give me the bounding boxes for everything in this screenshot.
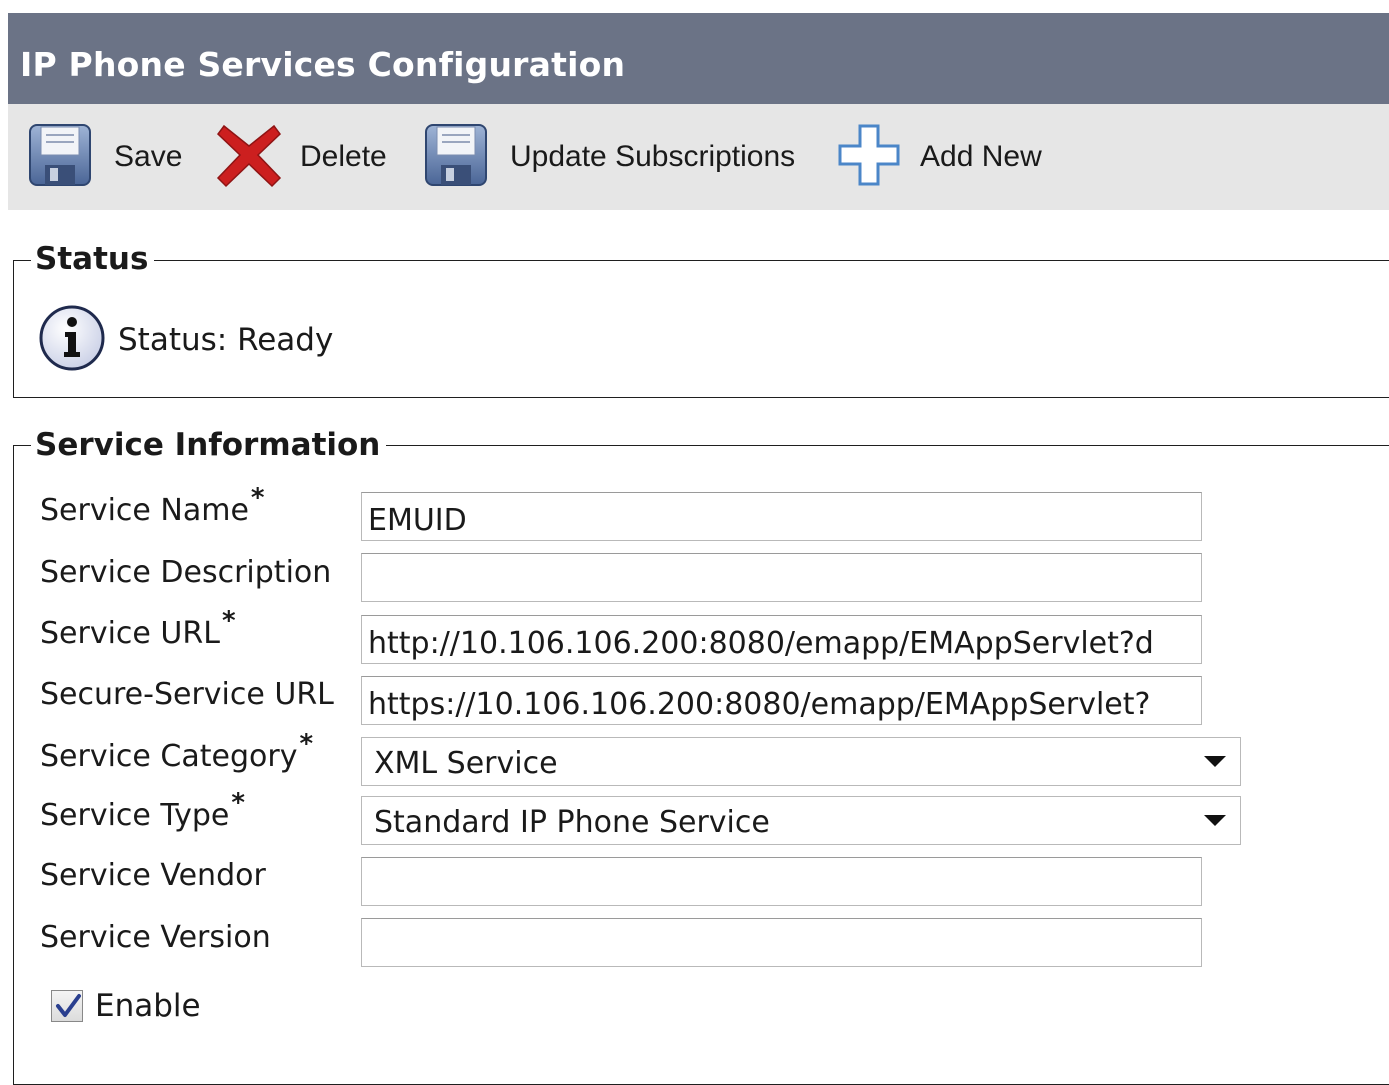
required-marker: * [221, 606, 236, 636]
chevron-down-icon [1204, 815, 1226, 826]
service-version-input[interactable] [361, 918, 1202, 967]
chevron-down-icon [1204, 756, 1226, 767]
status-text: Status: Ready [118, 322, 334, 358]
save-icon [424, 123, 488, 191]
save-icon [28, 123, 92, 191]
required-marker: * [299, 729, 314, 759]
service-version-label: Service Version [40, 920, 271, 955]
enable-label: Enable [95, 988, 201, 1024]
secure-service-url-label: Secure-Service URL [40, 677, 334, 712]
add-new-label: Add New [920, 140, 1042, 173]
delete-button[interactable]: Delete [216, 104, 387, 210]
required-marker: * [231, 788, 245, 818]
service-url-input[interactable]: http://10.106.106.200:8080/emapp/EMAppSe… [361, 615, 1202, 664]
service-name-label-text: Service Name [40, 493, 249, 528]
service-type-label-text: Service Type [40, 798, 230, 833]
service-description-input[interactable] [361, 553, 1202, 602]
service-category-label: Service Category* [40, 729, 313, 774]
save-button[interactable]: Save [28, 104, 182, 210]
add-new-button[interactable]: Add New [838, 104, 1042, 210]
service-type-label: Service Type* [40, 788, 245, 833]
required-marker: * [250, 483, 265, 513]
service-description-label: Service Description [40, 555, 332, 590]
delete-label: Delete [300, 140, 387, 173]
service-type-select[interactable]: Standard IP Phone Service [361, 796, 1241, 845]
service-name-input[interactable]: EMUID [361, 492, 1202, 541]
delete-icon [216, 122, 282, 192]
service-category-select[interactable]: XML Service [361, 737, 1241, 786]
status-line: Status: Ready [38, 304, 333, 376]
service-url-label: Service URL* [40, 606, 236, 651]
service-category-value: XML Service [374, 746, 558, 781]
status-legend: Status [31, 241, 155, 277]
service-name-label: Service Name* [40, 483, 265, 528]
secure-service-url-input[interactable]: https://10.106.106.200:8080/emapp/EMAppS… [361, 676, 1202, 725]
page-title: IP Phone Services Configuration [20, 45, 626, 84]
service-type-value: Standard IP Phone Service [374, 805, 770, 840]
service-vendor-input[interactable] [361, 857, 1202, 906]
service-url-label-text: Service URL [40, 616, 220, 651]
plus-icon [838, 124, 900, 190]
enable-checkbox[interactable] [51, 990, 83, 1022]
checkmark-icon [56, 994, 81, 1017]
service-category-label-text: Service Category [40, 739, 298, 774]
info-icon [38, 304, 106, 376]
save-label: Save [114, 140, 183, 173]
enable-checkbox-row: Enable [51, 988, 201, 1024]
service-information-legend: Service Information [31, 427, 387, 463]
page-header: IP Phone Services Configuration [8, 13, 1389, 104]
service-vendor-label: Service Vendor [40, 858, 266, 893]
update-subscriptions-button[interactable]: Update Subscriptions [424, 104, 795, 210]
toolbar: Save Delete Update Subscriptions Add New [8, 104, 1389, 210]
update-subscriptions-label: Update Subscriptions [510, 140, 796, 173]
